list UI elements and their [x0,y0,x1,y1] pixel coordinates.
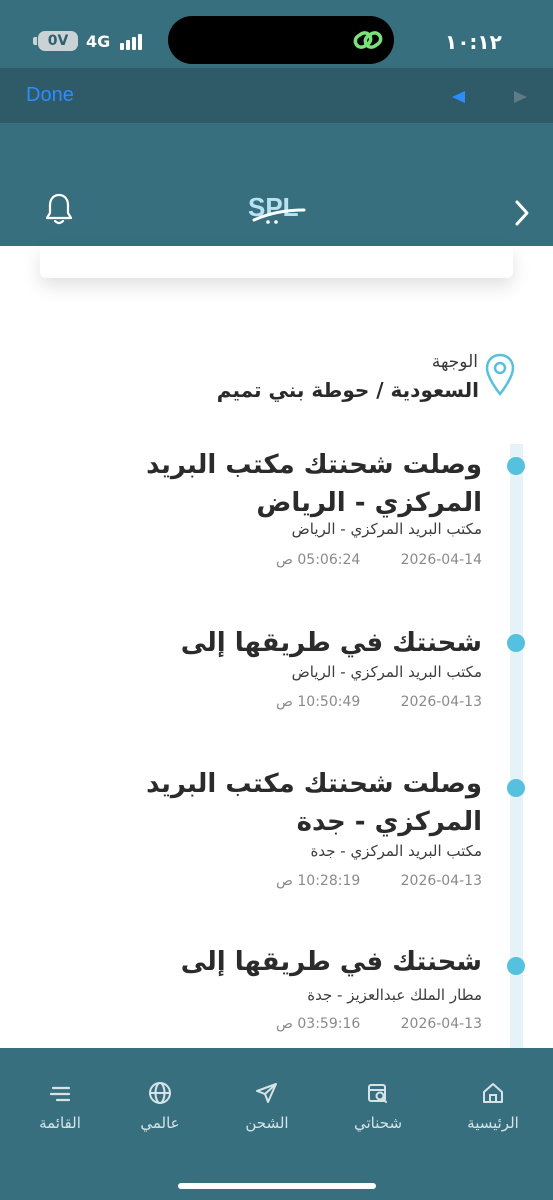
event-time: 03:59:16 ص [276,1016,361,1032]
event-location: مكتب البريد المركزي - الرياض [291,663,482,681]
next-arrow-icon[interactable] [514,91,527,103]
battery-level: 0V [47,33,69,49]
globe-icon [149,1082,171,1104]
timeline-dot [507,634,525,652]
nav-menu[interactable]: القائمة [10,1080,110,1132]
timeline-dot [507,779,525,797]
network-type: 4G [86,32,111,51]
package-search-icon [368,1084,387,1103]
destination-value: السعودية / حوطة بني تميم [216,378,479,402]
done-button[interactable]: Done [26,84,74,107]
browser-toolbar [0,68,553,123]
event-time: 05:06:24 ص [276,552,361,568]
spl-logo: SPL [248,192,306,224]
timeline-dot [507,457,525,475]
event-time: 10:28:19 ص [276,873,361,889]
battery-icon: 0V [38,31,78,51]
logo-text: SPL [248,192,299,222]
event-time: 10:50:49 ص [276,694,361,710]
event-date: 2026-04-13 [400,873,482,889]
event-title: شحنتك في طريقها إلى [180,947,482,977]
event-date: 2026-04-14 [400,552,482,568]
nav-my-shipments[interactable]: شحناتي [328,1080,428,1132]
bell-icon[interactable] [44,192,74,226]
battery-cap [33,37,37,45]
nav-my-shipments-label: شحناتي [353,1114,403,1132]
location-pin-icon [485,353,515,396]
event-location: مكتب البريد المركزي - جدة [310,842,483,860]
event-date: 2026-04-13 [400,1016,482,1032]
nav-menu-label: القائمة [39,1114,81,1132]
nav-global[interactable]: عالمي [110,1080,210,1132]
event-title: وصلت شحنتك مكتب البريد المركزي - جدة [146,769,482,837]
event-location: مطار الملك عبدالعزيز - جدة [307,986,482,1004]
nav-home[interactable]: الرئيسية [443,1080,543,1132]
status-bar: 0V 4G ١٠:١٢ [0,0,553,68]
event-date: 2026-04-13 [400,694,482,710]
event-title: شحنتك في طريقها إلى [180,628,482,658]
menu-icon [49,1086,71,1102]
home-indicator [178,1183,376,1189]
chevron-right-icon[interactable] [512,198,532,228]
nav-shipping[interactable]: الشحن [217,1080,317,1132]
signal-icon [120,32,148,50]
summary-card [40,246,513,278]
nav-home-label: الرئيسية [467,1114,519,1132]
previous-arrow-icon[interactable] [452,91,465,103]
nav-global-label: عالمي [140,1114,180,1132]
event-location: مكتب البريد المركزي - الرياض [291,520,482,538]
home-icon [483,1083,503,1103]
event-title: وصلت شحنتك مكتب البريد المركزي - الرياض [146,450,482,518]
send-icon [256,1083,277,1103]
destination-label: الوجهة [431,352,478,372]
nav-shipping-label: الشحن [245,1114,289,1132]
clock: ١٠:١٢ [445,30,502,54]
link-icon [353,31,383,49]
timeline-dot [507,957,525,975]
